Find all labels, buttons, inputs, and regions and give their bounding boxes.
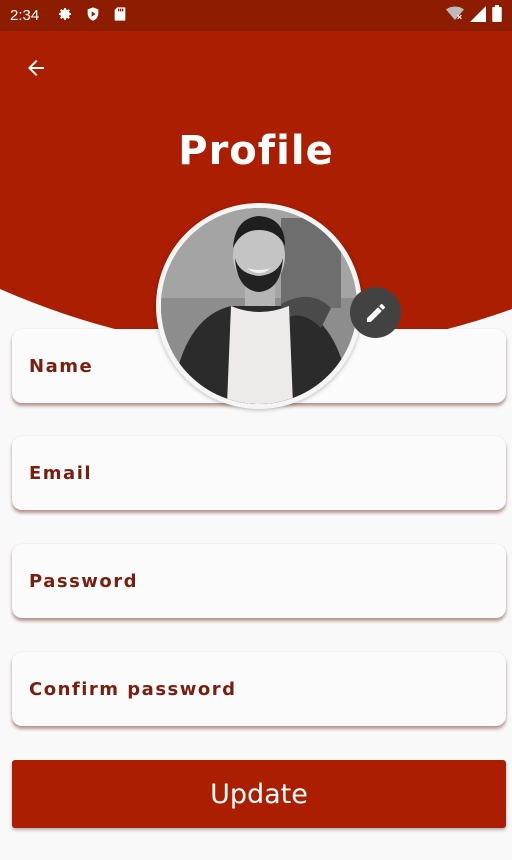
confirm-password-field-label: Confirm password	[29, 678, 237, 700]
status-bar: 2:34	[0, 0, 512, 31]
page-title: Profile	[178, 128, 334, 174]
status-icons-left	[57, 6, 127, 26]
battery-icon	[492, 5, 502, 26]
pencil-icon	[366, 303, 385, 322]
back-button[interactable]	[20, 52, 52, 84]
edit-photo-button[interactable]	[350, 287, 401, 338]
settings-icon	[57, 6, 73, 26]
password-field-label: Password	[29, 570, 139, 592]
sd-card-icon	[113, 6, 127, 26]
confirm-password-field[interactable]: Confirm password	[12, 652, 506, 726]
status-time: 2:34	[10, 7, 40, 24]
name-field-label: Name	[29, 355, 94, 377]
profile-photo	[161, 208, 357, 404]
arrow-back-icon	[28, 60, 44, 76]
status-icons-right	[446, 5, 502, 26]
update-button[interactable]: Update	[12, 760, 506, 828]
shield-play-icon	[85, 6, 101, 26]
password-field[interactable]: Password	[12, 544, 506, 618]
cell-signal-icon	[470, 5, 486, 26]
wifi-off-icon	[446, 6, 464, 26]
email-field[interactable]: Email	[12, 436, 506, 510]
email-field-label: Email	[29, 462, 93, 484]
avatar[interactable]	[156, 203, 362, 409]
